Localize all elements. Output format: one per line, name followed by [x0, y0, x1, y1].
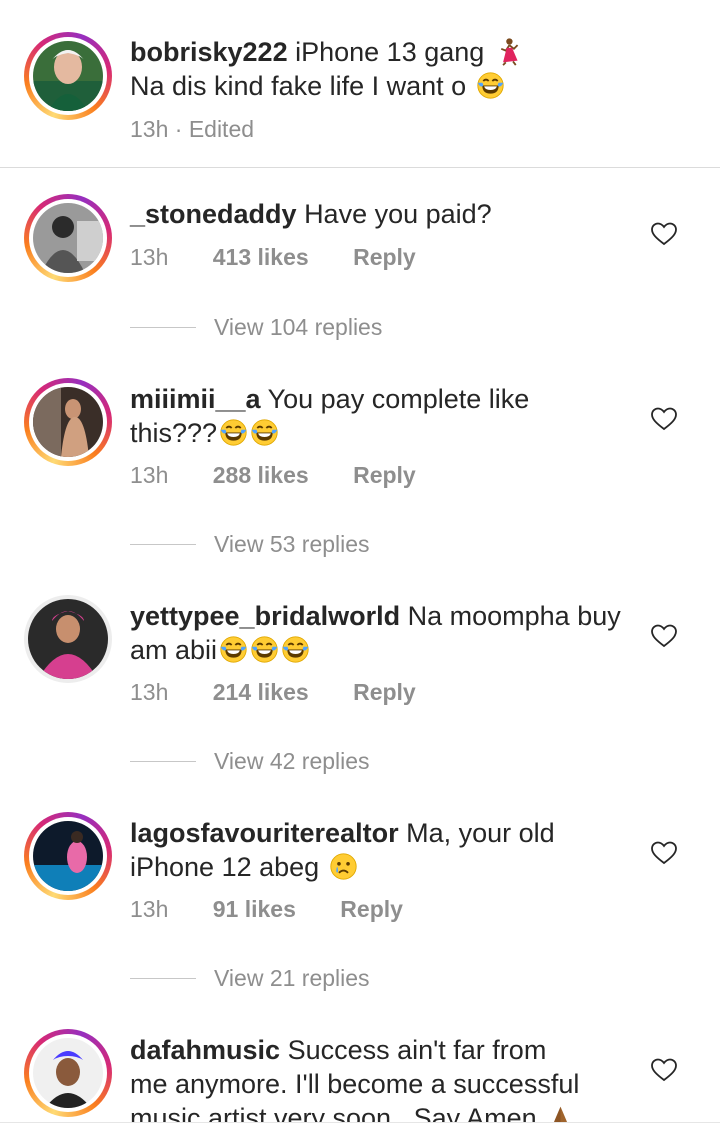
comment-text: lagosfavouriterealtor Ma, your old iPhon…	[130, 816, 630, 884]
comment-text: _stonedaddy Have you paid?	[130, 197, 630, 231]
heart-outline-icon[interactable]	[651, 222, 677, 246]
comment-meta: 13h 91 likes Reply	[130, 896, 441, 923]
comment-username[interactable]: _stonedaddy	[130, 199, 297, 229]
comment-body: Have you paid?	[304, 199, 492, 229]
avatar	[28, 599, 108, 679]
avatar-story-ring[interactable]	[24, 32, 112, 120]
avatar-story-ring[interactable]	[24, 378, 112, 466]
dancer-emoji-icon	[494, 37, 523, 66]
avatar-story-ring[interactable]	[24, 812, 112, 900]
divider-line	[130, 543, 196, 545]
comment-meta: 13h 214 likes Reply	[130, 679, 454, 706]
divider-line	[130, 977, 196, 979]
avatar	[33, 203, 103, 273]
comment-body-line3: music artist very soon . Say Amen	[130, 1103, 537, 1122]
comment-body: You pay complete like	[267, 384, 530, 414]
comment-username[interactable]: lagosfavouriterealtor	[130, 818, 399, 848]
comment-likes[interactable]: 214 likes	[213, 679, 309, 705]
laugh-emoji-icon	[219, 418, 248, 447]
view-replies-button[interactable]: View 21 replies	[130, 963, 370, 993]
comment-meta: 13h 413 likes Reply	[130, 244, 454, 271]
avatar	[33, 41, 103, 111]
laugh-emoji-icon	[219, 635, 248, 664]
heart-outline-icon[interactable]	[651, 407, 677, 431]
view-replies-button[interactable]: View 53 replies	[130, 529, 370, 559]
avatar	[33, 821, 103, 891]
caption-line1: iPhone 13 gang	[295, 37, 485, 67]
comment-username[interactable]: miiimii__a	[130, 384, 261, 414]
caption-line2: Na dis kind fake life I want o	[130, 71, 467, 101]
divider-line	[130, 760, 196, 762]
comment-body: Ma, your old	[406, 818, 555, 848]
comment-likes[interactable]: 288 likes	[213, 462, 309, 488]
reply-button[interactable]: Reply	[353, 679, 416, 705]
divider-line	[130, 326, 196, 328]
view-replies-label: View 21 replies	[214, 964, 370, 991]
view-replies-label: View 42 replies	[214, 747, 370, 774]
comment-username[interactable]: dafahmusic	[130, 1035, 280, 1065]
comment-body-line2: this???	[130, 418, 218, 448]
caption-username[interactable]: bobrisky222	[130, 37, 288, 67]
view-replies-button[interactable]: View 104 replies	[130, 312, 382, 342]
caption-timestamp: 13h · Edited	[130, 116, 255, 142]
laugh-emoji-icon	[281, 635, 310, 664]
comment-body: Success ain't far from	[287, 1035, 547, 1065]
comment-text: dafahmusic Success ain't far from me any…	[130, 1033, 630, 1122]
laugh-emoji-icon	[250, 418, 279, 447]
comment-time: 13h	[130, 462, 169, 488]
avatar-story-ring[interactable]	[24, 194, 112, 282]
heart-outline-icon[interactable]	[651, 1058, 677, 1082]
heart-outline-icon[interactable]	[651, 841, 677, 865]
comment-username[interactable]: yettypee_bridalworld	[130, 601, 400, 631]
view-replies-button[interactable]: View 42 replies	[130, 746, 370, 776]
laugh-emoji-icon	[476, 71, 505, 100]
heart-outline-icon[interactable]	[651, 624, 677, 648]
comment-time: 13h	[130, 896, 169, 922]
comment-likes[interactable]: 413 likes	[213, 244, 309, 270]
caption-text: bobrisky222 iPhone 13 gang Na dis kind f…	[130, 35, 630, 103]
comment-time: 13h	[130, 679, 169, 705]
avatar-ring[interactable]	[24, 595, 112, 683]
comment-body: Na moompha buy	[407, 601, 621, 631]
comment-body-line2: iPhone 12 abeg	[130, 852, 320, 882]
caption-meta: 13h · Edited	[130, 116, 292, 143]
comment-meta: 13h 288 likes Reply	[130, 462, 454, 489]
laugh-emoji-icon	[250, 635, 279, 664]
comment-text: yettypee_bridalworld Na moompha buy am a…	[130, 599, 630, 667]
view-replies-label: View 53 replies	[214, 530, 370, 557]
comment-time: 13h	[130, 244, 169, 270]
comment-body-line2: me anymore. I'll become a successful	[130, 1069, 580, 1099]
bottom-bar	[0, 1122, 720, 1135]
pray-emoji-icon	[546, 1103, 575, 1122]
comment-body-line2: am abii	[130, 635, 218, 665]
post-caption: bobrisky222 iPhone 13 gang Na dis kind f…	[0, 0, 720, 168]
reply-button[interactable]: Reply	[340, 896, 403, 922]
comment-likes[interactable]: 91 likes	[213, 896, 296, 922]
comment-clip: dafahmusic Success ain't far from me any…	[0, 1030, 720, 1122]
reply-button[interactable]: Reply	[353, 244, 416, 270]
avatar	[33, 387, 103, 457]
crying-emoji-icon	[329, 852, 358, 881]
comment-text: miiimii__a You pay complete like this???	[130, 382, 630, 450]
reply-button[interactable]: Reply	[353, 462, 416, 488]
view-replies-label: View 104 replies	[214, 313, 383, 340]
